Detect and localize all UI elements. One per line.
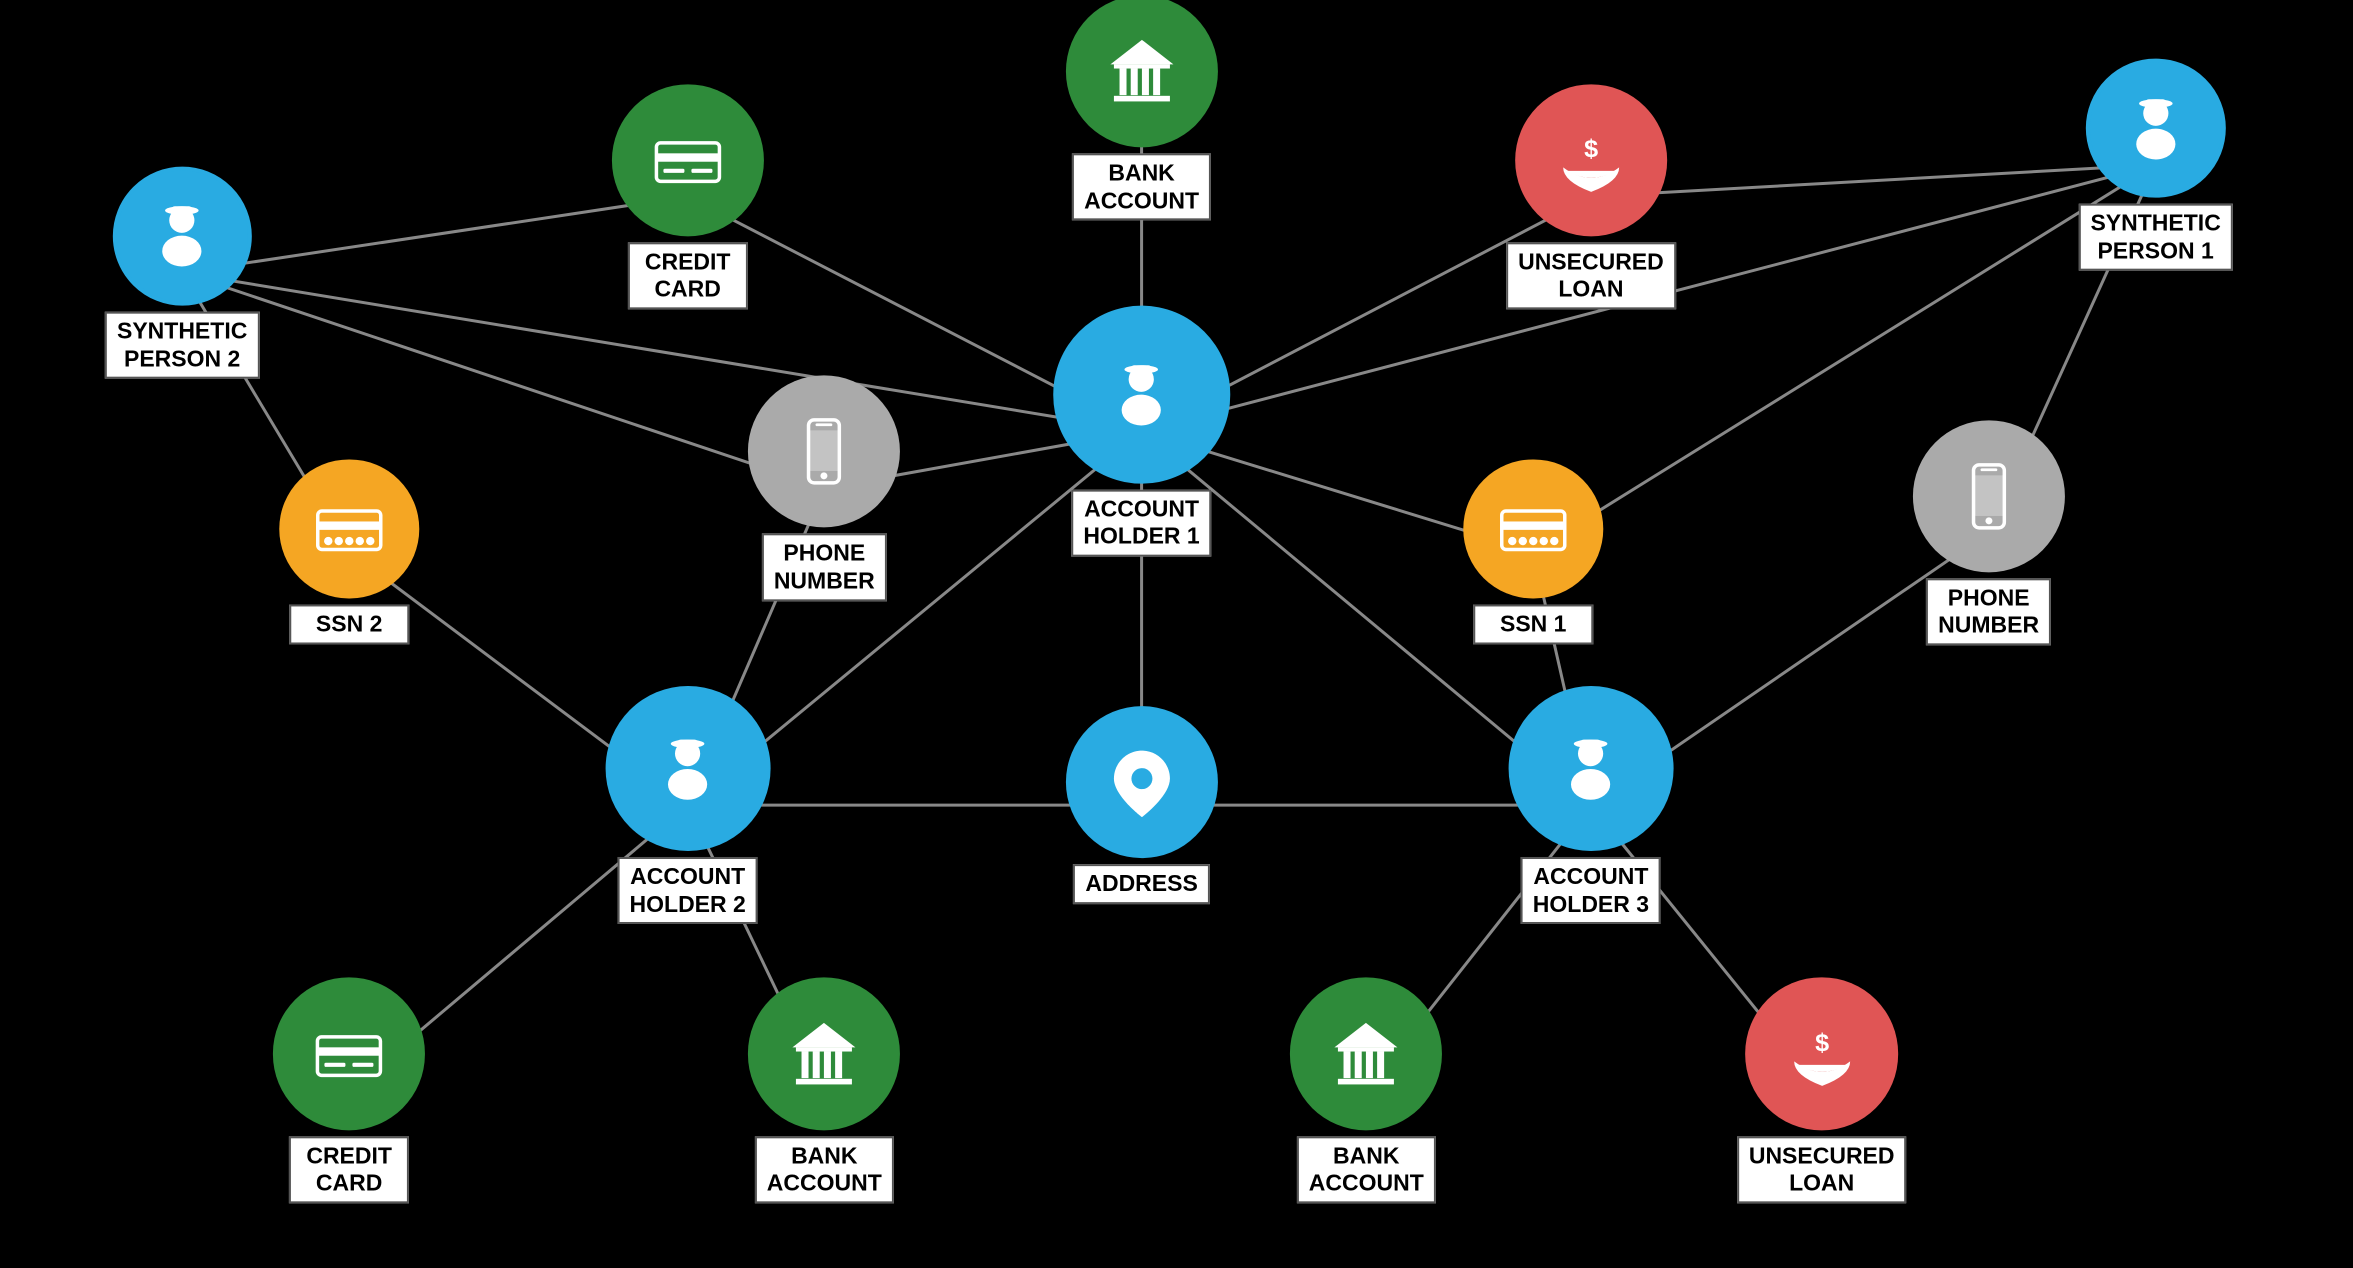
label-unsecured_loan_bottom: UNSECUREDLOAN	[1737, 1136, 1907, 1203]
node-bank_account_bottom_left: BANKACCOUNT	[748, 978, 900, 1203]
node-unsecured_loan_bottom: $ UNSECUREDLOAN	[1737, 978, 1907, 1203]
node-phone_number_left: PHONENUMBER	[748, 376, 900, 601]
label-account_holder_2: ACCOUNTHOLDER 2	[618, 857, 758, 924]
node-address: ADDRESS	[1066, 706, 1218, 904]
label-synthetic_person_2: SYNTHETICPERSON 2	[105, 312, 259, 379]
label-credit_card_bottom: CREDITCARD	[289, 1136, 409, 1203]
node-account_holder_2: ACCOUNTHOLDER 2	[605, 686, 770, 924]
label-account_holder_3: ACCOUNTHOLDER 3	[1521, 857, 1661, 924]
label-credit_card_top: CREDITCARD	[628, 242, 748, 309]
node-synthetic_person_1: SYNTHETICPERSON 1	[2078, 59, 2232, 272]
node-ssn_2: SSN 2	[279, 459, 418, 644]
node-synthetic_person_2: SYNTHETICPERSON 2	[105, 166, 259, 379]
node-ssn_1: SSN 1	[1464, 459, 1603, 644]
label-address: ADDRESS	[1073, 864, 1209, 904]
node-phone_number_right: PHONENUMBER	[1913, 420, 2065, 645]
node-unsecured_loan_top: $ UNSECUREDLOAN	[1506, 84, 1676, 309]
label-phone_number_left: PHONENUMBER	[762, 534, 887, 601]
node-bank_account_bottom_right: BANKACCOUNT	[1290, 978, 1442, 1203]
node-bank_account_top: BANKACCOUNT	[1066, 0, 1218, 220]
label-bank_account_top: BANKACCOUNT	[1072, 153, 1211, 220]
node-account_holder_1: ACCOUNTHOLDER 1	[1053, 306, 1231, 557]
label-bank_account_bottom_left: BANKACCOUNT	[755, 1136, 894, 1203]
node-credit_card_bottom: CREDITCARD	[273, 978, 425, 1203]
node-account_holder_3: ACCOUNTHOLDER 3	[1509, 686, 1674, 924]
label-synthetic_person_1: SYNTHETICPERSON 1	[2078, 204, 2232, 271]
node-credit_card_top: CREDITCARD	[612, 84, 764, 309]
label-ssn_2: SSN 2	[289, 605, 409, 645]
label-unsecured_loan_top: UNSECUREDLOAN	[1506, 242, 1676, 309]
label-phone_number_right: PHONENUMBER	[1926, 578, 2051, 645]
label-account_holder_1: ACCOUNTHOLDER 1	[1071, 489, 1211, 556]
label-bank_account_bottom_right: BANKACCOUNT	[1297, 1136, 1436, 1203]
svg-text:$: $	[1584, 134, 1598, 162]
label-ssn_1: SSN 1	[1473, 605, 1593, 645]
svg-text:$: $	[1815, 1028, 1829, 1056]
graph-container: SYNTHETICPERSON 2 CREDITCARD BANKACCOUNT…	[0, 0, 2353, 1268]
